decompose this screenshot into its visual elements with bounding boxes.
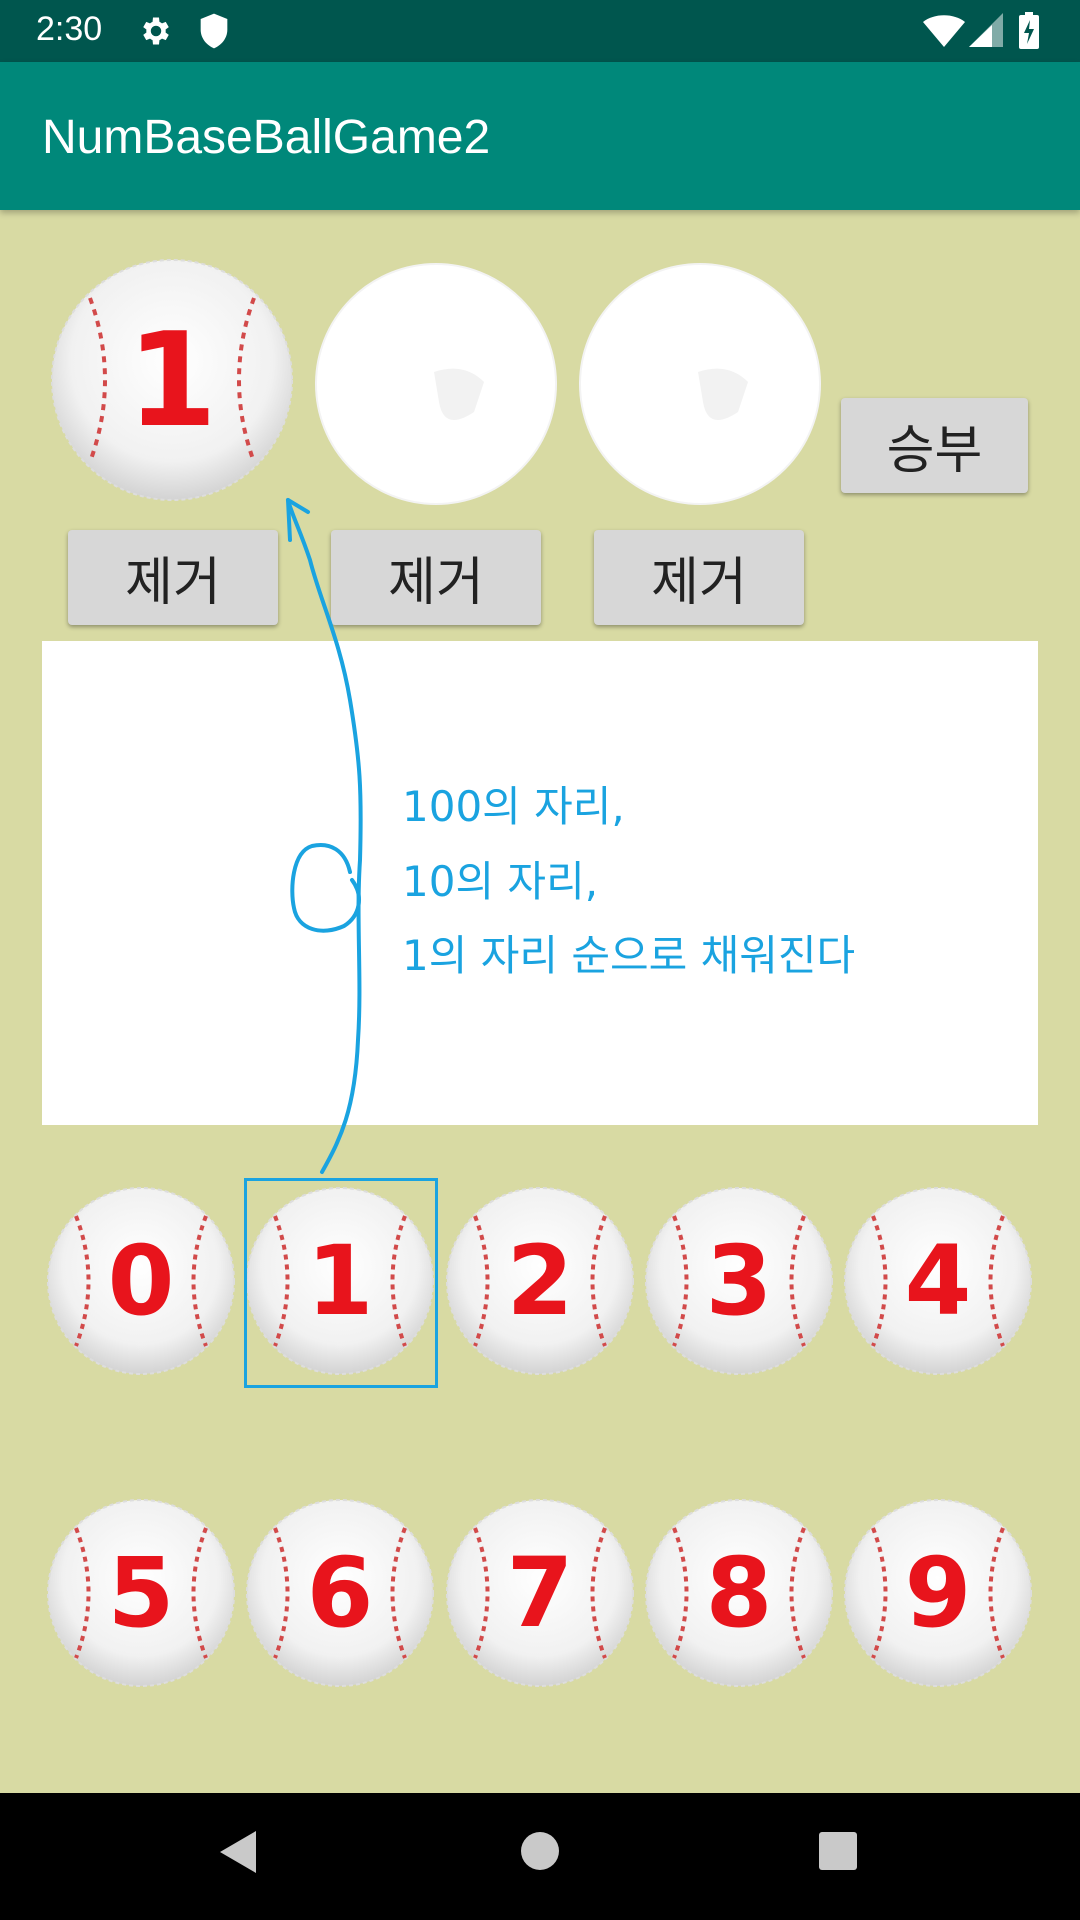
digit-ball-label: 3	[706, 1225, 773, 1337]
navigation-bar	[0, 1793, 1080, 1920]
digit-ball-label: 4	[905, 1225, 972, 1337]
digit-ball-0[interactable]: 0	[46, 1186, 236, 1376]
digit-ball-6[interactable]: 6	[245, 1498, 435, 1688]
digit-ball-4[interactable]: 4	[843, 1186, 1033, 1376]
digit-ball-label: 7	[507, 1537, 574, 1649]
home-icon[interactable]	[520, 1831, 560, 1871]
recents-icon[interactable]	[818, 1831, 858, 1871]
digit-ball-label: 6	[307, 1537, 374, 1649]
digit-ball-2[interactable]: 2	[445, 1186, 635, 1376]
annotation-circle	[290, 843, 361, 933]
selected-digit-highlight	[244, 1178, 438, 1388]
digit-ball-9[interactable]: 9	[843, 1498, 1033, 1688]
digit-ball-label: 9	[905, 1537, 972, 1649]
digit-ball-7[interactable]: 7	[445, 1498, 635, 1688]
digit-ball-8[interactable]: 8	[644, 1498, 834, 1688]
digit-ball-3[interactable]: 3	[644, 1186, 834, 1376]
digit-ball-label: 5	[108, 1537, 175, 1649]
digit-ball-label: 0	[108, 1225, 175, 1337]
digit-ball-label: 8	[706, 1537, 773, 1649]
digit-ball-label: 2	[507, 1225, 574, 1337]
digit-ball-5[interactable]: 5	[46, 1498, 236, 1688]
back-icon[interactable]	[218, 1829, 258, 1875]
